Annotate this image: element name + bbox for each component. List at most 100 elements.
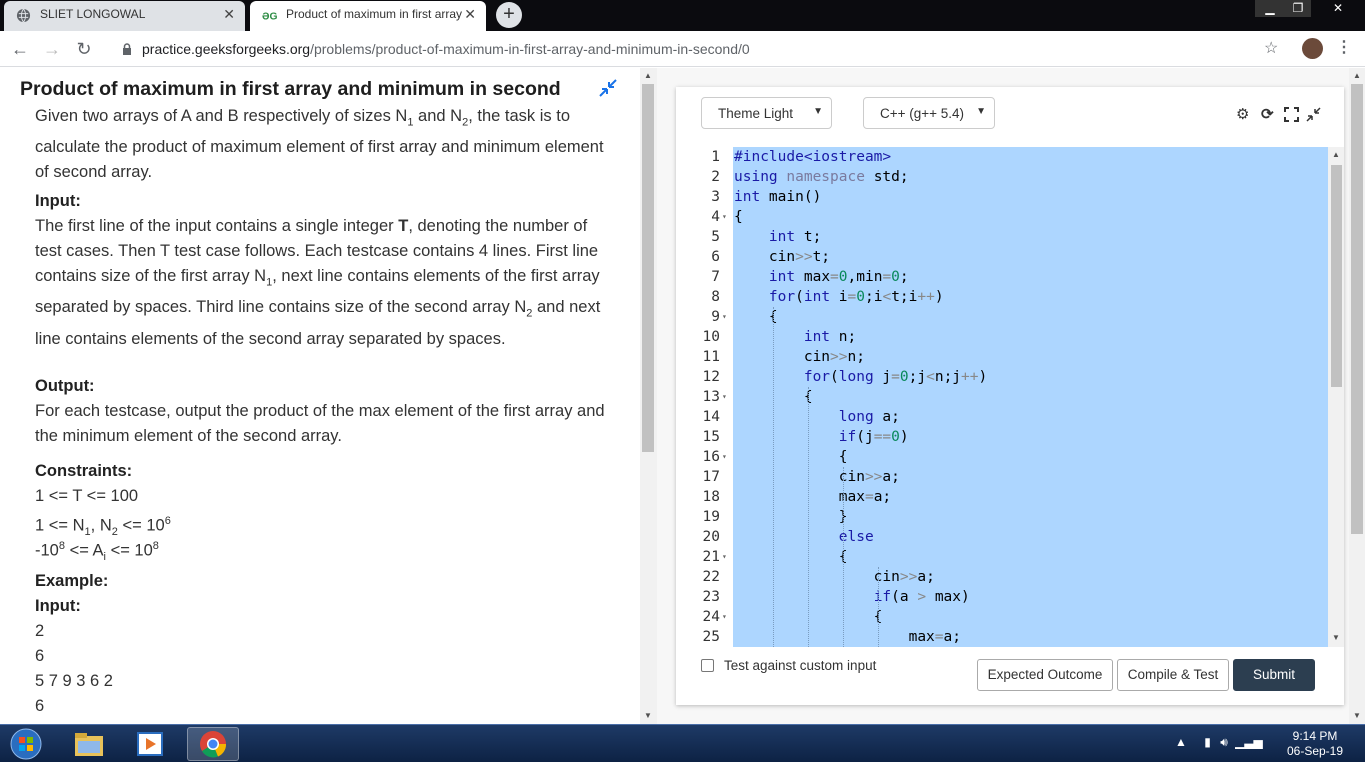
tab-gfg-problem[interactable]: ƏG Product of maximum in first array ✕ [250,1,486,31]
code-line[interactable]: max=a; [734,487,891,507]
line-number: 9 [711,309,720,325]
taskbar-clock[interactable]: 9:14 PM 06-Sep-19 [1280,729,1350,759]
close-tab-icon[interactable]: ✕ [223,6,235,23]
code-line[interactable]: cin>>a; [734,567,935,587]
system-tray: ▲ ▮ 🔊︎ ▁▃▅ [1175,735,1263,750]
custom-input-checkbox[interactable] [701,659,714,672]
bookmark-star-icon[interactable]: ☆ [1264,35,1278,63]
scroll-down-icon[interactable]: ▼ [644,711,652,720]
back-button[interactable]: ← [8,37,32,61]
code-content[interactable]: #include<iostream> using namespace std; in… [734,147,1326,647]
reset-code-icon[interactable]: ⟳ [1261,105,1274,123]
constraint-t: 1 <= T <= 100 [35,487,139,505]
code-line[interactable]: cin>>a; [734,467,900,487]
chrome-icon [200,731,227,758]
code-line[interactable]: { [734,207,743,227]
line-number: 12 [702,369,720,385]
fold-arrow-icon[interactable]: ▾ [722,612,727,621]
chrome-taskbar-button[interactable] [187,727,239,761]
tab-title: Product of maximum in first array [286,7,463,21]
editor-scrollbar[interactable]: ▲ ▼ [1328,147,1344,647]
line-number: 2 [711,169,720,185]
language-select[interactable]: C++ (g++ 5.4) ▼ [863,97,995,129]
new-tab-button[interactable]: + [496,2,522,28]
compile-test-button[interactable]: Compile & Test [1117,659,1229,691]
network-signal-icon[interactable]: ▁▃▅ [1235,735,1263,749]
tab-sliet[interactable]: SLIET LONGOWAL ✕ [4,1,245,31]
avatar[interactable] [1302,38,1323,59]
editor-actions: Test against custom input Expected Outco… [676,647,1344,705]
code-line[interactable]: int t; [734,227,821,247]
fold-arrow-icon[interactable]: ▾ [722,212,727,221]
code-line[interactable]: using namespace std; [734,167,909,187]
scroll-up-icon[interactable]: ▲ [1353,71,1361,80]
fold-arrow-icon[interactable]: ▾ [722,312,727,321]
more-menu-icon[interactable]: ⋮ [1336,37,1352,57]
code-editor[interactable]: 1 2 3 4 ▾ 5 6 7 8 9 ▾ 10 11 12 13 ▾ 14 15 16 ▾ 17 18 19 20 21 ▾ 22… [676,147,1344,647]
restore-window-button[interactable]: ❐ [1285,0,1311,17]
windows-start-icon[interactable] [6,727,46,761]
example-heading: Example: [35,572,109,590]
expected-outcome-button[interactable]: Expected Outcome [977,659,1113,691]
scrollbar-thumb[interactable] [1331,165,1342,387]
reload-button[interactable]: ↻ [72,37,96,61]
code-line[interactable]: cin>>n; [734,347,865,367]
media-player-icon[interactable] [134,727,166,761]
code-line[interactable]: cin>>t; [734,247,830,267]
indent-guide [878,567,879,647]
code-line[interactable]: { [734,447,848,467]
volume-icon[interactable]: 🔊︎ [1220,735,1228,749]
code-line[interactable]: if(a > max) [734,587,970,607]
address-toolbar: ← → ↻ practice.geeksforgeeks.org/problem… [0,31,1365,67]
problem-scrollbar[interactable]: ▲ ▼ [640,68,657,724]
show-hidden-icons-icon[interactable]: ▲ [1175,735,1187,749]
page-scrollbar[interactable]: ▲ ▼ [1349,68,1365,724]
code-line[interactable]: int n; [734,327,856,347]
line-number: 20 [702,529,720,545]
scroll-down-icon[interactable]: ▼ [1332,633,1340,642]
url-bar[interactable]: practice.geeksforgeeks.org/problems/prod… [106,35,1306,63]
line-number: 7 [711,269,720,285]
code-line[interactable]: int main() [734,187,821,207]
fold-arrow-icon[interactable]: ▾ [722,392,727,401]
theme-select[interactable]: Theme Light ▼ [701,97,832,129]
scroll-down-icon[interactable]: ▼ [1353,711,1361,720]
close-tab-icon[interactable]: ✕ [464,6,476,23]
code-line[interactable]: long a; [734,407,900,427]
code-line[interactable]: for(int i=0;i<t;i++) [734,287,944,307]
close-window-button[interactable]: ✕ [1311,0,1365,17]
line-number: 11 [702,349,720,365]
scroll-up-icon[interactable]: ▲ [644,71,652,80]
editor-area: Theme Light ▼ C++ (g++ 5.4) ▼ ⚙ ⟳ 1 2 3 4 ▾ 5 6 7… [657,68,1365,724]
code-line[interactable]: #include<iostream> [734,147,891,167]
example-input-heading: Input: [35,597,81,615]
code-line[interactable]: max=a; [734,627,961,647]
code-line[interactable]: int max=0,min=0; [734,267,909,287]
file-explorer-icon[interactable] [72,727,106,761]
line-number: 15 [702,429,720,445]
fullscreen-icon[interactable] [1284,107,1299,122]
settings-gear-icon[interactable]: ⚙ [1236,105,1249,123]
collapse-arrows-icon[interactable] [598,78,618,98]
line-number: 14 [702,409,720,425]
collapse-editor-icon[interactable] [1306,107,1321,122]
fold-arrow-icon[interactable]: ▾ [722,552,727,561]
code-line[interactable]: { [734,307,778,327]
code-line[interactable]: { [734,547,848,567]
line-number: 10 [702,329,720,345]
minimize-window-button[interactable]: ▁ [1255,0,1285,17]
input-heading: Input: [35,192,81,210]
code-line[interactable]: if(j==0) [734,427,909,447]
scrollbar-thumb[interactable] [642,84,654,452]
line-number: 23 [702,589,720,605]
editor-panel: Theme Light ▼ C++ (g++ 5.4) ▼ ⚙ ⟳ 1 2 3 4 ▾ 5 6 7… [676,87,1344,705]
fold-arrow-icon[interactable]: ▾ [722,452,727,461]
scrollbar-thumb[interactable] [1351,84,1363,534]
submit-button[interactable]: Submit [1233,659,1315,691]
scroll-up-icon[interactable]: ▲ [1332,150,1340,159]
code-line[interactable]: else [734,527,874,547]
code-line[interactable]: } [734,507,848,527]
forward-button[interactable]: → [40,37,64,61]
battery-icon[interactable]: ▮ [1204,735,1211,749]
code-line[interactable]: for(long j=0;j<n;j++) [734,367,987,387]
